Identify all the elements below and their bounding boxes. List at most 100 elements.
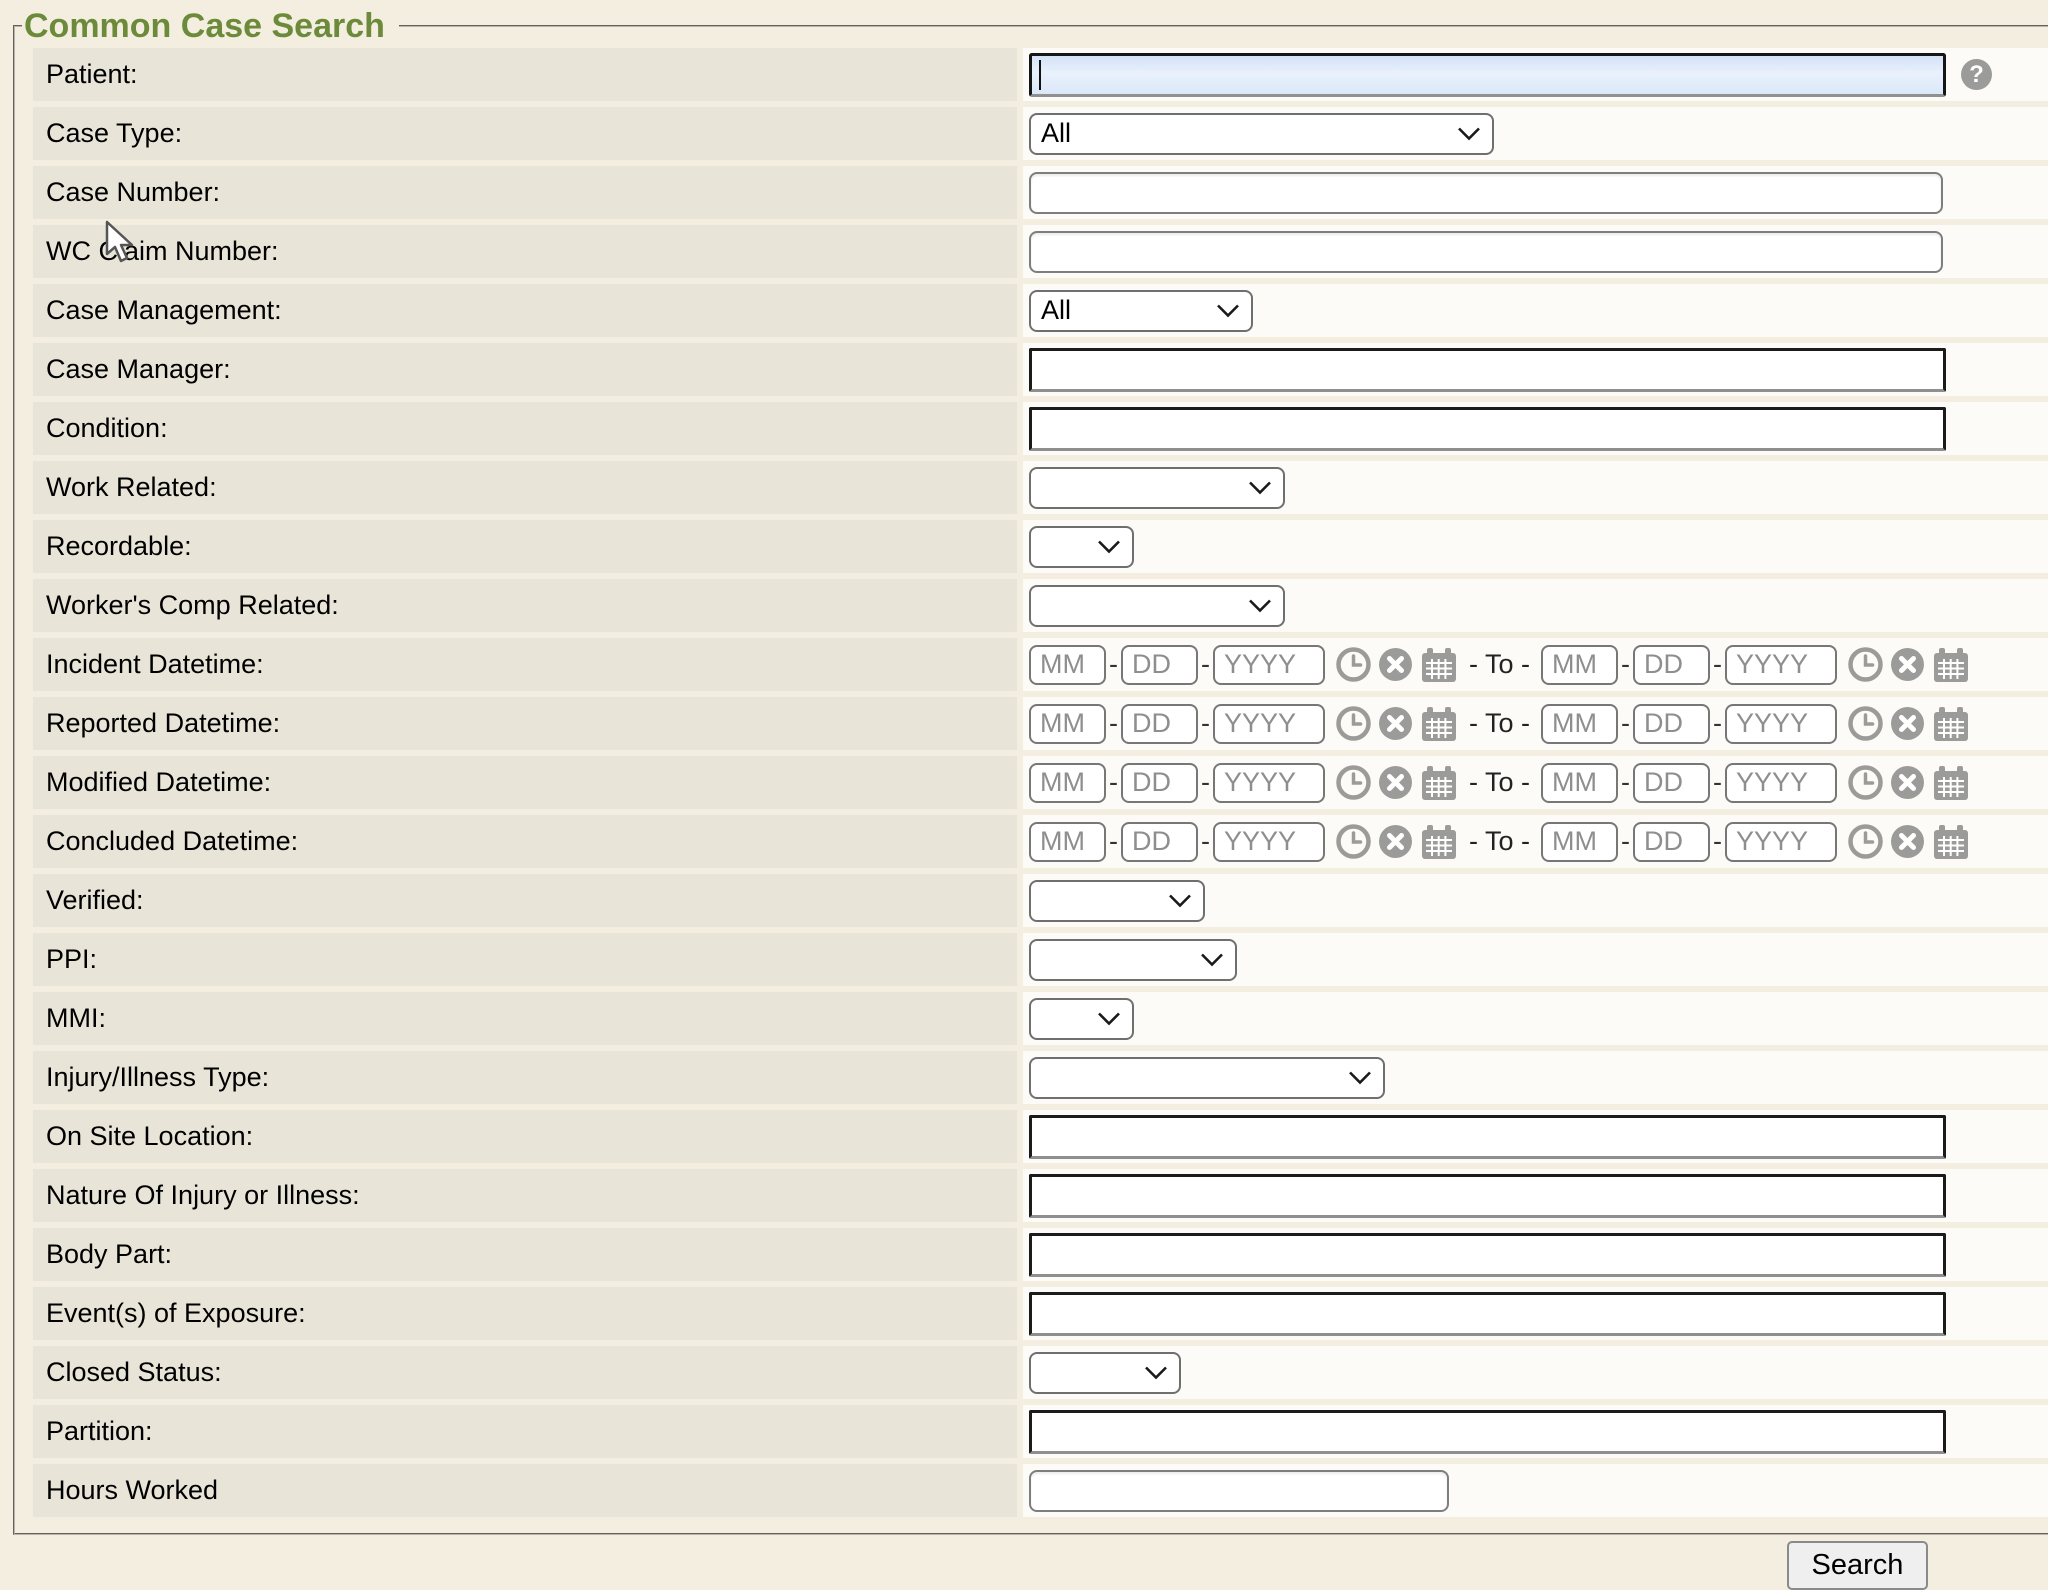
form-row-partition: Partition: xyxy=(33,1405,2048,1458)
case-type-select[interactable]: All xyxy=(1029,113,1494,155)
month-input[interactable] xyxy=(1029,822,1106,862)
time-picker-icon[interactable] xyxy=(1848,824,1883,859)
case-management-select[interactable]: All xyxy=(1029,290,1253,332)
clear-date-icon[interactable] xyxy=(1890,765,1925,800)
mmi-label: MMI: xyxy=(33,992,1017,1045)
page-title: Common Case Search xyxy=(22,6,399,46)
month-input[interactable] xyxy=(1541,822,1618,862)
form-row-reported-datetime: Reported Datetime: - - - To - - - xyxy=(33,697,2048,750)
verified-select[interactable] xyxy=(1029,880,1205,922)
form-row-mmi: MMI: xyxy=(33,992,2048,1045)
nature-of-injury-input[interactable] xyxy=(1029,1174,1946,1218)
concluded-datetime-from: - - xyxy=(1029,822,1458,862)
datetime-group: - - xyxy=(1029,763,1458,803)
clear-date-icon[interactable] xyxy=(1378,765,1413,800)
day-input[interactable] xyxy=(1121,763,1198,803)
time-picker-icon[interactable] xyxy=(1848,706,1883,741)
search-button[interactable]: Search xyxy=(1787,1541,1928,1590)
calendar-picker-icon[interactable] xyxy=(1932,765,1970,801)
month-input[interactable] xyxy=(1541,645,1618,685)
day-input[interactable] xyxy=(1121,704,1198,744)
clear-date-icon[interactable] xyxy=(1890,647,1925,682)
calendar-picker-icon[interactable] xyxy=(1932,706,1970,742)
year-input[interactable] xyxy=(1725,704,1837,744)
chevron-down-icon xyxy=(1216,303,1240,318)
year-input[interactable] xyxy=(1725,763,1837,803)
closed-status-select[interactable] xyxy=(1029,1352,1181,1394)
chevron-down-icon xyxy=(1248,598,1272,613)
time-picker-icon[interactable] xyxy=(1336,765,1371,800)
day-input[interactable] xyxy=(1633,822,1710,862)
form-row-wc-claim-number: WC Claim Number: xyxy=(33,225,2048,278)
month-input[interactable] xyxy=(1029,763,1106,803)
time-picker-icon[interactable] xyxy=(1336,647,1371,682)
form-row-ppi: PPI: xyxy=(33,933,2048,986)
day-input[interactable] xyxy=(1121,822,1198,862)
time-picker-icon[interactable] xyxy=(1336,706,1371,741)
form-row-verified: Verified: xyxy=(33,874,2048,927)
time-picker-icon[interactable] xyxy=(1848,765,1883,800)
day-input[interactable] xyxy=(1633,645,1710,685)
date-separator: - xyxy=(1713,649,1722,680)
month-input[interactable] xyxy=(1029,645,1106,685)
month-input[interactable] xyxy=(1541,704,1618,744)
date-separator: - xyxy=(1109,826,1118,857)
closed-status-label: Closed Status: xyxy=(33,1346,1017,1399)
time-picker-icon[interactable] xyxy=(1336,824,1371,859)
case-manager-input[interactable] xyxy=(1029,348,1946,392)
partition-label: Partition: xyxy=(33,1405,1017,1458)
on-site-location-label: On Site Location: xyxy=(33,1110,1017,1163)
workers-comp-related-select[interactable] xyxy=(1029,585,1285,627)
calendar-picker-icon[interactable] xyxy=(1932,824,1970,860)
clear-date-icon[interactable] xyxy=(1378,647,1413,682)
month-input[interactable] xyxy=(1029,704,1106,744)
hours-worked-label: Hours Worked xyxy=(33,1464,1017,1517)
body-part-input[interactable] xyxy=(1029,1233,1946,1277)
case-number-input[interactable] xyxy=(1029,172,1943,214)
mmi-select[interactable] xyxy=(1029,998,1134,1040)
day-input[interactable] xyxy=(1633,763,1710,803)
injury-illness-type-select[interactable] xyxy=(1029,1057,1385,1099)
form-row-concluded-datetime: Concluded Datetime: - - - To - - - xyxy=(33,815,2048,868)
calendar-picker-icon[interactable] xyxy=(1420,824,1458,860)
clear-date-icon[interactable] xyxy=(1890,824,1925,859)
day-input[interactable] xyxy=(1121,645,1198,685)
recordable-select[interactable] xyxy=(1029,526,1134,568)
calendar-picker-icon[interactable] xyxy=(1420,647,1458,683)
year-input[interactable] xyxy=(1725,645,1837,685)
range-to-label: - To - xyxy=(1469,649,1530,680)
condition-label: Condition: xyxy=(33,402,1017,455)
clear-date-icon[interactable] xyxy=(1378,706,1413,741)
partition-input[interactable] xyxy=(1029,1410,1946,1454)
month-input[interactable] xyxy=(1541,763,1618,803)
work-related-select[interactable] xyxy=(1029,467,1285,509)
help-icon[interactable]: ? xyxy=(1961,59,1992,90)
day-input[interactable] xyxy=(1633,704,1710,744)
time-picker-icon[interactable] xyxy=(1848,647,1883,682)
wc-claim-number-input[interactable] xyxy=(1029,231,1943,273)
patient-input[interactable] xyxy=(1029,53,1946,97)
on-site-location-input[interactable] xyxy=(1029,1115,1946,1159)
form-row-incident-datetime: Incident Datetime: - - - To - - - xyxy=(33,638,2048,691)
calendar-picker-icon[interactable] xyxy=(1420,706,1458,742)
form-row-work-related: Work Related: xyxy=(33,461,2048,514)
year-input[interactable] xyxy=(1725,822,1837,862)
clear-date-icon[interactable] xyxy=(1378,824,1413,859)
calendar-picker-icon[interactable] xyxy=(1420,765,1458,801)
condition-input[interactable] xyxy=(1029,407,1946,451)
year-input[interactable] xyxy=(1213,822,1325,862)
year-input[interactable] xyxy=(1213,704,1325,744)
ppi-select[interactable] xyxy=(1029,939,1237,981)
events-of-exposure-input[interactable] xyxy=(1029,1292,1946,1336)
year-input[interactable] xyxy=(1213,645,1325,685)
clear-date-icon[interactable] xyxy=(1890,706,1925,741)
year-input[interactable] xyxy=(1213,763,1325,803)
hours-worked-input[interactable] xyxy=(1029,1470,1449,1512)
datetime-group: - - xyxy=(1541,704,1970,744)
form-row-modified-datetime: Modified Datetime: - - - To - - - xyxy=(33,756,2048,809)
datetime-group: - - xyxy=(1541,763,1970,803)
form-row-injury-illness-type: Injury/Illness Type: xyxy=(33,1051,2048,1104)
modified-datetime-to: - - xyxy=(1541,763,1970,803)
calendar-picker-icon[interactable] xyxy=(1932,647,1970,683)
modified-datetime-label: Modified Datetime: xyxy=(33,756,1017,809)
